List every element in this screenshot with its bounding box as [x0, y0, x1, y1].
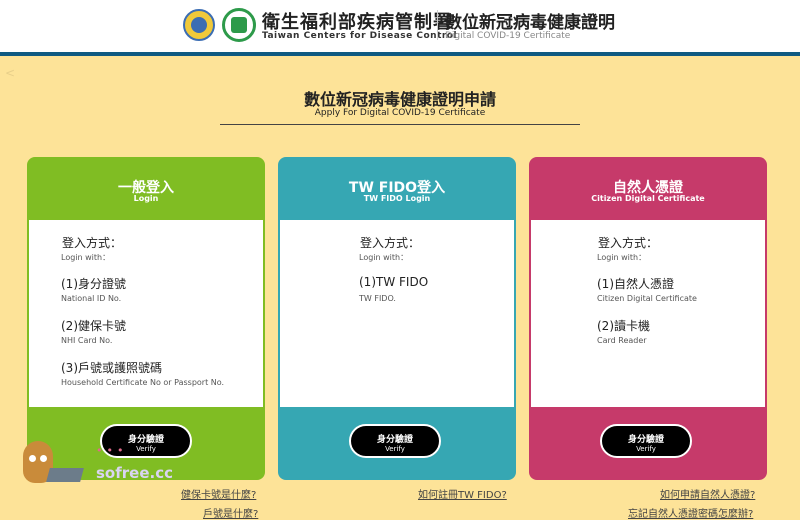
- site-header: 衛生福利部疾病管制署 Taiwan Centers for Disease Co…: [0, 0, 800, 56]
- option-household-passport-en: Household Certificate No or Passport No.: [61, 378, 225, 387]
- card-subtitle: TW FIDO Login: [363, 194, 431, 203]
- cdc-seal-logo-icon: [183, 9, 215, 41]
- watermark-logo: ••• sofree.cc: [18, 436, 178, 496]
- card-body: 登入方式： Login with： (1)TW FIDO TW FIDO.: [280, 220, 514, 407]
- back-arrow-icon[interactable]: <: [5, 66, 15, 80]
- page-title: 數位新冠病毒健康證明申請: [303, 90, 496, 109]
- login-with-label-en: Login with：: [61, 253, 111, 262]
- verify-label-en: Verify: [636, 445, 656, 453]
- card-subtitle: Citizen Digital Certificate: [591, 194, 705, 203]
- card-body: 登入方式： Login with： (1)身分證號 National ID No…: [29, 220, 263, 407]
- login-with-label-en: Login with：: [359, 253, 409, 262]
- login-with-label: 登入方式：: [598, 236, 659, 250]
- verify-label: 身分驗證: [376, 435, 413, 445]
- help-link-nhi-card[interactable]: 健保卡號是什麼?: [181, 486, 256, 501]
- page-subtitle: Apply For Digital COVID-19 Certificate: [314, 108, 486, 118]
- login-card-citizen-certificate: 自然人憑證 Citizen Digital Certificate 登入方式： …: [529, 157, 767, 480]
- option-national-id-en: National ID No.: [61, 294, 122, 303]
- option-twfido-en: TW FIDO.: [359, 294, 396, 303]
- login-card-general: 一般登入 Login 登入方式： Login with： (1)身分證號 Nat…: [27, 157, 265, 480]
- login-with-label-en: Login with：: [597, 253, 647, 262]
- site-title-en: Digital COVID-19 Certificate: [445, 31, 571, 41]
- help-link-twfido-register[interactable]: 如何註冊TW FIDO?: [418, 486, 507, 501]
- watermark-text: sofree.cc: [96, 464, 173, 482]
- header-divider: [437, 10, 438, 40]
- option-household-passport: (3)戶號或護照號碼: [61, 361, 162, 375]
- option-nhi-card: (2)健保卡號: [61, 319, 126, 333]
- option-nhi-card-en: NHI Card No.: [61, 336, 113, 345]
- login-with-label: 登入方式：: [62, 236, 123, 250]
- option-citizen-certificate-en: Citizen Digital Certificate: [597, 294, 697, 303]
- title-divider: [220, 124, 580, 125]
- login-card-twfido: TW FIDO登入 TW FIDO Login 登入方式： Login with…: [278, 157, 516, 480]
- option-citizen-certificate: (1)自然人憑證: [597, 277, 674, 291]
- verify-button-twfido[interactable]: 身分驗證 Verify: [349, 424, 441, 458]
- option-national-id: (1)身分證號: [61, 277, 126, 291]
- laptop-icon: [46, 468, 84, 482]
- mohw-logo-icon: [222, 8, 256, 42]
- card-body: 登入方式： Login with： (1)自然人憑證 Citizen Digit…: [531, 220, 765, 407]
- site-title-cn: 數位新冠病毒健康證明: [445, 13, 615, 33]
- verify-button-citizen[interactable]: 身分驗證 Verify: [600, 424, 692, 458]
- option-card-reader-en: Card Reader: [597, 336, 647, 345]
- watermark-decoration: •••: [96, 444, 128, 457]
- org-name-en: Taiwan Centers for Disease Control: [262, 31, 458, 41]
- verify-label: 身分驗證: [627, 435, 664, 445]
- option-card-reader: (2)讀卡機: [597, 319, 650, 333]
- verify-label-en: Verify: [385, 445, 405, 453]
- login-with-label: 登入方式：: [360, 236, 421, 250]
- option-twfido: (1)TW FIDO: [359, 275, 429, 289]
- card-subtitle: Login: [133, 194, 159, 203]
- help-link-citizen-apply[interactable]: 如何申請自然人憑證?: [660, 486, 755, 501]
